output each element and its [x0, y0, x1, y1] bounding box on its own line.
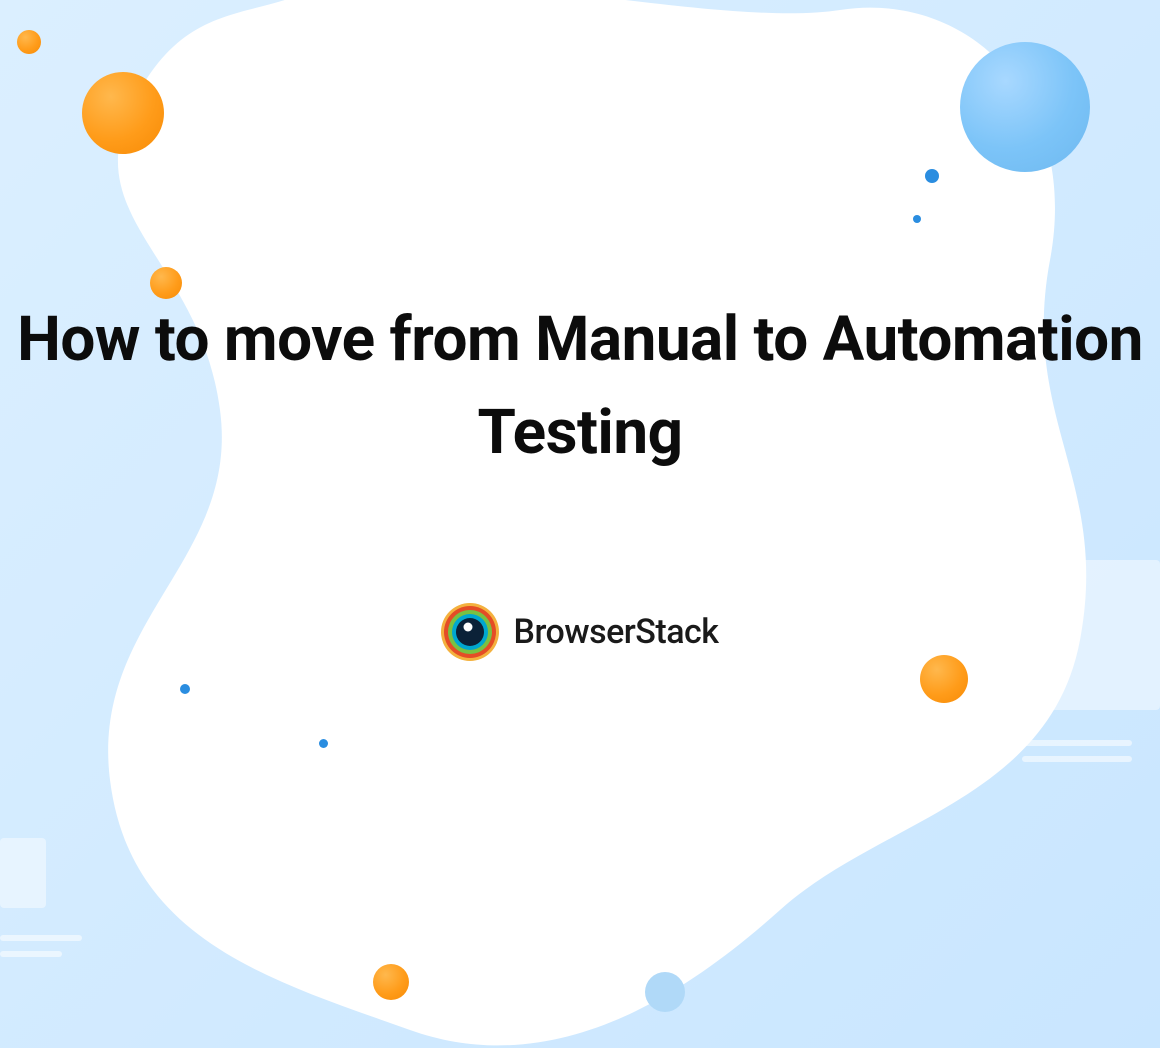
circle-orange-bottom-center: [373, 964, 409, 1000]
dot-blue-top-right-2: [913, 215, 921, 223]
circle-orange-large-top-left: [82, 72, 164, 154]
circle-orange-small-top-left: [17, 30, 41, 54]
circle-blue-large-top-right: [960, 42, 1090, 172]
browserstack-logo-icon: [441, 603, 499, 661]
circle-blue-bottom-center: [645, 972, 685, 1012]
dot-blue-top-right-1: [925, 169, 939, 183]
dot-blue-mid-center: [319, 739, 328, 748]
hero-banner: How to move from Manual to Automation Te…: [0, 0, 1160, 1048]
circle-orange-mid-right: [920, 655, 968, 703]
accent-lines-left: [0, 935, 82, 967]
accent-lines-right: [992, 740, 1132, 772]
brand-logo-row: BrowserStack: [0, 603, 1160, 661]
dot-blue-mid-left: [180, 684, 190, 694]
brand-name: BrowserStack: [513, 612, 718, 652]
headline-text: How to move from Manual to Automation Te…: [0, 293, 1160, 479]
accent-rect-left: [0, 838, 46, 908]
